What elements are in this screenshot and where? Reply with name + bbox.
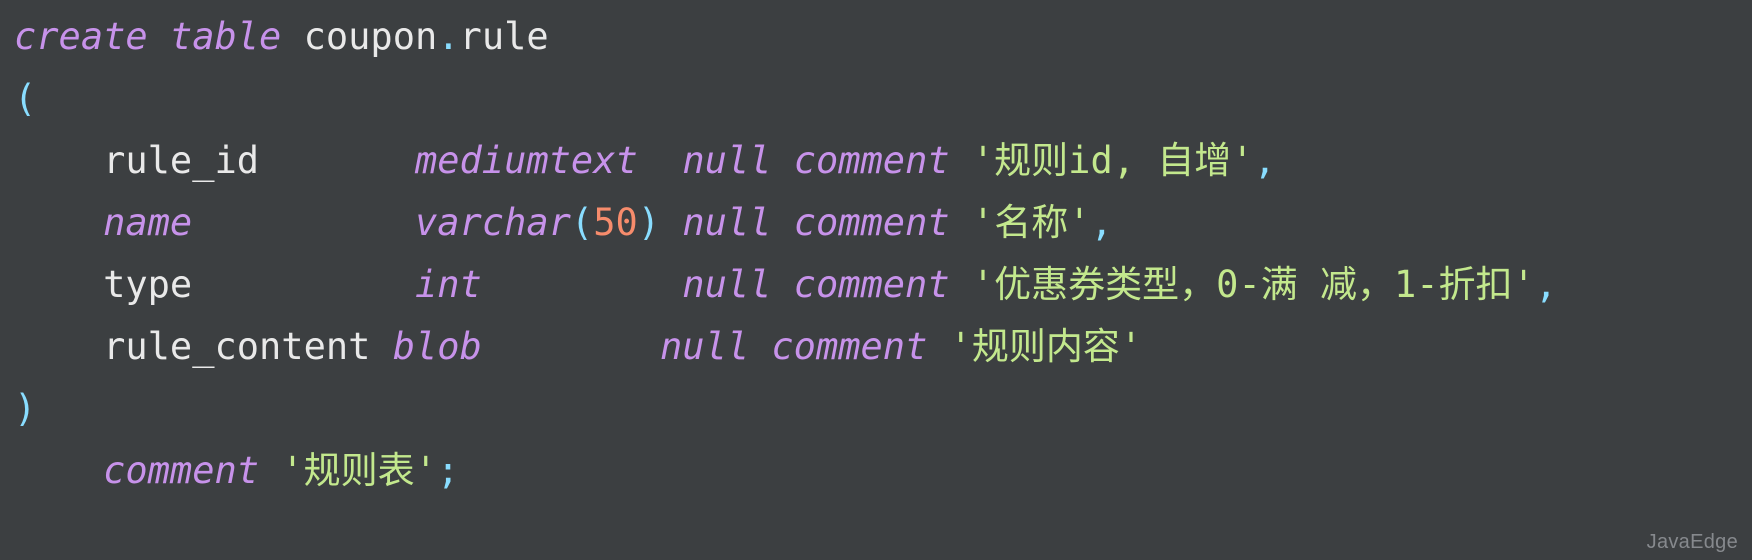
code-line: create table coupon.rule (14, 6, 1752, 68)
code-token-kw: null comment (660, 325, 928, 368)
code-token-ident: rule_content (14, 325, 371, 368)
code-token-punc: ) (637, 201, 661, 244)
watermark-label: JavaEdge (1646, 531, 1738, 553)
code-token-kw: blob (370, 325, 482, 368)
code-token-kw: create (14, 15, 148, 58)
code-token-num: 50 (593, 201, 638, 244)
code-screenshot: create table coupon.rule ( rule_id medium… (0, 0, 1752, 560)
sql-code-block[interactable]: create table coupon.rule ( rule_id medium… (14, 0, 1752, 560)
code-token-kw: mediumtext (392, 139, 638, 182)
code-token-punc: ( (570, 201, 594, 244)
code-line: type int null comment '优惠券类型，0-满 减，1-折扣'… (14, 254, 1752, 316)
code-token-kw: int (392, 263, 482, 306)
code-token-str: '规则表' (281, 449, 437, 492)
code-token-ident: rule (459, 15, 549, 58)
code-token-kw: table (169, 15, 282, 58)
code-token-kw: null comment (682, 201, 950, 244)
code-token-str: '规则内容' (949, 325, 1143, 368)
code-token-kw: name (103, 201, 193, 244)
code-token-punc: , (1253, 139, 1276, 182)
code-line: comment '规则表'; (14, 440, 1752, 502)
code-token-str: '名称' (971, 201, 1091, 244)
code-line: ( (14, 68, 1752, 130)
code-line: rule_content blob null comment '规则内容' (14, 316, 1752, 378)
code-token-punc: , (1534, 263, 1558, 306)
code-line: ) (14, 378, 1752, 440)
code-token-punc: , (1090, 201, 1113, 244)
code-token-kw: null comment (682, 139, 950, 182)
code-token-str: '规则id, 自增' (971, 139, 1254, 182)
code-token-punc: ) (14, 387, 37, 430)
code-token-punc: ( (14, 77, 37, 120)
code-line: name varchar(50) null comment '名称', (14, 192, 1752, 254)
code-line: rule_id mediumtext null comment '规则id, 自… (14, 130, 1752, 192)
code-token-ident: coupon (303, 15, 438, 58)
code-token-punc: ; (436, 449, 460, 492)
code-token-punc: . (437, 15, 460, 58)
code-token-kw: null comment (682, 263, 950, 306)
code-token-str: '优惠券类型，0-满 减，1-折扣' (971, 263, 1535, 306)
code-token-ident: type (14, 263, 393, 306)
code-token-kw: varchar (414, 201, 571, 244)
code-token-kw: comment (103, 449, 260, 492)
code-token-ident: rule_id (14, 139, 393, 182)
